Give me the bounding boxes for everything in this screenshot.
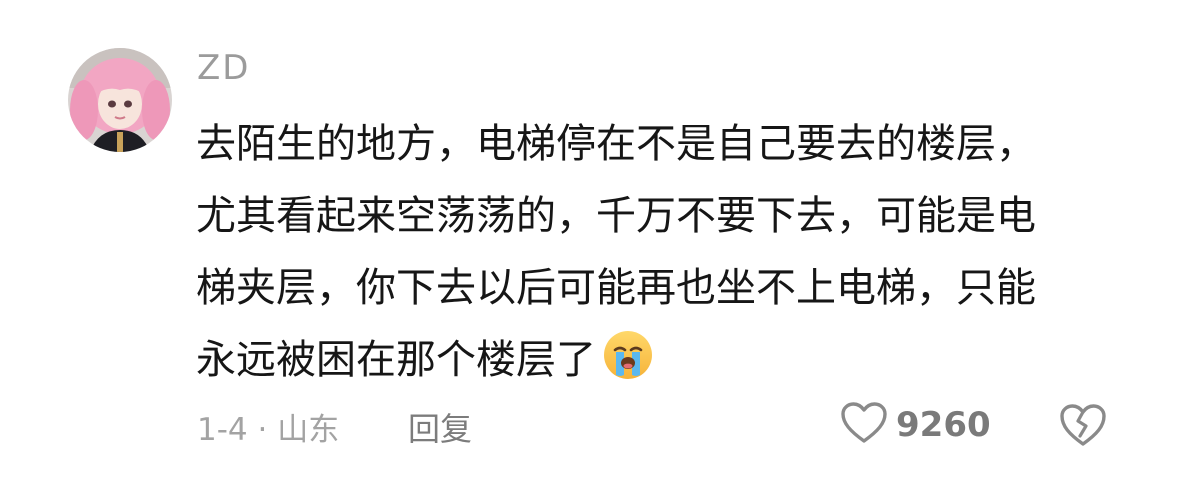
comment-item: ZD 去陌生的地方，电梯停在不是自己要去的楼层， 尤其看起来空荡荡的，千万不要下…	[0, 0, 1179, 488]
comment-line: 去陌生的地方，电梯停在不是自己要去的楼层，	[196, 121, 1036, 167]
username[interactable]: ZD	[197, 48, 250, 88]
avatar[interactable]	[68, 48, 172, 152]
like-button[interactable]: 9260	[840, 400, 991, 450]
dislike-button[interactable]	[1058, 402, 1108, 448]
comment-line: 梯夹层，你下去以后可能再也坐不上电梯，只能	[196, 265, 1036, 311]
heart-icon	[840, 401, 888, 449]
crying-face-icon	[602, 329, 654, 381]
timestamp-location: 1-4 · 山东	[197, 412, 340, 448]
comment-line-last: 永远被困在那个楼层了	[196, 324, 1116, 396]
comment-line-text: 永远被困在那个楼层了	[196, 337, 596, 383]
broken-heart-icon	[1058, 404, 1108, 452]
comment-text: 去陌生的地方，电梯停在不是自己要去的楼层， 尤其看起来空荡荡的，千万不要下去，可…	[196, 108, 1116, 396]
comment-line: 尤其看起来空荡荡的，千万不要下去，可能是电	[196, 193, 1036, 239]
reply-button[interactable]: 回复	[408, 404, 472, 450]
like-count: 9260	[896, 405, 991, 445]
